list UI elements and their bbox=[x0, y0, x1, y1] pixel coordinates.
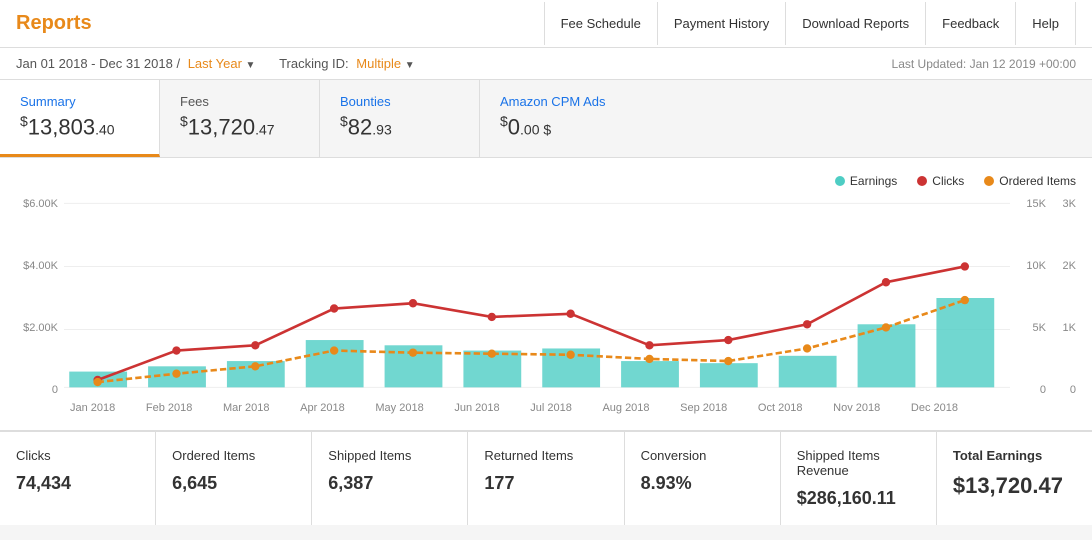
tab-amazon-cpm[interactable]: Amazon CPM Ads $0.00 $ bbox=[480, 80, 640, 157]
x-feb: Feb 2018 bbox=[146, 402, 192, 414]
tab-summary-value: $13,803.40 bbox=[20, 113, 139, 140]
tracking-value-link[interactable]: Multiple bbox=[356, 56, 401, 71]
tracking-dropdown-arrow[interactable]: ▼ bbox=[405, 60, 415, 71]
tab-bounties[interactable]: Bounties $82.93 bbox=[320, 80, 480, 157]
stat-conversion-value: 8.93% bbox=[641, 473, 764, 494]
date-range-section: Jan 01 2018 - Dec 31 2018 / Last Year ▼ … bbox=[16, 56, 415, 71]
stat-shipped-items: Shipped Items 6,387 bbox=[312, 432, 468, 525]
stat-clicks: Clicks 74,434 bbox=[0, 432, 156, 525]
stat-total-label: Total Earnings bbox=[953, 448, 1076, 463]
legend-ordered-label: Ordered Items bbox=[999, 174, 1076, 188]
tab-bounties-value: $82.93 bbox=[340, 113, 459, 140]
summary-tabs: Summary $13,803.40 Fees $13,720.47 Bount… bbox=[0, 80, 1092, 158]
stat-clicks-value: 74,434 bbox=[16, 473, 139, 494]
x-nov: Nov 2018 bbox=[833, 402, 880, 414]
last-year-link[interactable]: Last Year bbox=[188, 56, 242, 71]
y-left-4k: $4.00K bbox=[16, 260, 58, 272]
tab-fees[interactable]: Fees $13,720.47 bbox=[160, 80, 320, 157]
tab-cpm-value: $0.00 $ bbox=[500, 113, 620, 140]
x-dec: Dec 2018 bbox=[911, 402, 958, 414]
stat-returned-label: Returned Items bbox=[484, 448, 607, 463]
legend-clicks-label: Clicks bbox=[932, 174, 964, 188]
stat-shipped-value: 6,387 bbox=[328, 473, 451, 494]
earnings-dot bbox=[835, 176, 845, 186]
y-left-2k: $2.00K bbox=[16, 322, 58, 334]
stat-shipped-label: Shipped Items bbox=[328, 448, 451, 463]
last-year-dropdown-arrow[interactable]: ▼ bbox=[246, 60, 256, 71]
y-right-5k: 5K bbox=[1014, 322, 1046, 334]
y-right-10k: 10K bbox=[1014, 260, 1046, 272]
tab-cpm-label: Amazon CPM Ads bbox=[500, 94, 620, 109]
tracking-id-label: Tracking ID: Multiple ▼ bbox=[279, 56, 415, 71]
y-right-2k: 2K bbox=[1050, 260, 1076, 272]
x-axis-labels: Jan 2018 Feb 2018 Mar 2018 Apr 2018 May … bbox=[16, 398, 1076, 414]
tab-fees-label: Fees bbox=[180, 94, 299, 109]
nav-feedback[interactable]: Feedback bbox=[925, 2, 1015, 45]
stat-total-value: $13,720.47 bbox=[953, 473, 1076, 499]
x-jun: Jun 2018 bbox=[454, 402, 499, 414]
legend-clicks: Clicks bbox=[917, 174, 964, 188]
stat-conversion: Conversion 8.93% bbox=[625, 432, 781, 525]
y-right-1k: 1K bbox=[1050, 322, 1076, 334]
clicks-dot bbox=[917, 176, 927, 186]
x-oct: Oct 2018 bbox=[758, 402, 803, 414]
subheader: Jan 01 2018 - Dec 31 2018 / Last Year ▼ … bbox=[0, 48, 1092, 80]
x-jan: Jan 2018 bbox=[70, 402, 115, 414]
nav-download-reports[interactable]: Download Reports bbox=[785, 2, 925, 45]
x-aug: Aug 2018 bbox=[602, 402, 649, 414]
tab-summary-label: Summary bbox=[20, 94, 139, 109]
chart-svg bbox=[64, 198, 1010, 398]
y-axis-right-clicks: 15K 10K 5K 0 bbox=[1010, 198, 1046, 398]
x-apr: Apr 2018 bbox=[300, 402, 345, 414]
x-mar: Mar 2018 bbox=[223, 402, 269, 414]
stat-shipped-revenue: Shipped Items Revenue $286,160.11 bbox=[781, 432, 937, 525]
header: Reports Fee Schedule Payment History Dow… bbox=[0, 0, 1092, 48]
y-right-0k: 0 bbox=[1014, 384, 1046, 396]
stat-total-earnings: Total Earnings $13,720.47 bbox=[937, 432, 1092, 525]
tab-bounties-label: Bounties bbox=[340, 94, 459, 109]
y-axis-right-ordered: 3K 2K 1K 0 bbox=[1046, 198, 1076, 398]
stat-revenue-value: $286,160.11 bbox=[797, 488, 920, 509]
x-jul: Jul 2018 bbox=[530, 402, 572, 414]
nav-help[interactable]: Help bbox=[1015, 2, 1076, 45]
x-may: May 2018 bbox=[375, 402, 423, 414]
legend-earnings: Earnings bbox=[835, 174, 897, 188]
ordered-dot bbox=[984, 176, 994, 186]
stat-conversion-label: Conversion bbox=[641, 448, 764, 463]
y-axis-left: $6.00K $4.00K $2.00K 0 bbox=[16, 198, 64, 398]
stat-ordered-label: Ordered Items bbox=[172, 448, 295, 463]
page-title: Reports bbox=[16, 12, 92, 35]
stat-ordered-items: Ordered Items 6,645 bbox=[156, 432, 312, 525]
stat-revenue-label: Shipped Items Revenue bbox=[797, 448, 920, 478]
date-range-text: Jan 01 2018 - Dec 31 2018 / bbox=[16, 56, 180, 71]
chart-area: Earnings Clicks Ordered Items $6.00K $4.… bbox=[0, 158, 1092, 431]
y-left-6k: $6.00K bbox=[16, 198, 58, 210]
y-right-0: 0 bbox=[1050, 384, 1076, 396]
legend-earnings-label: Earnings bbox=[850, 174, 897, 188]
header-nav: Fee Schedule Payment History Download Re… bbox=[544, 2, 1076, 45]
stat-clicks-label: Clicks bbox=[16, 448, 139, 463]
y-left-0: 0 bbox=[16, 384, 58, 396]
nav-fee-schedule[interactable]: Fee Schedule bbox=[544, 2, 657, 45]
last-updated-text: Last Updated: Jan 12 2019 +00:00 bbox=[892, 57, 1076, 71]
tab-fees-value: $13,720.47 bbox=[180, 113, 299, 140]
chart-legend: Earnings Clicks Ordered Items bbox=[16, 174, 1076, 188]
y-right-3k: 3K bbox=[1050, 198, 1076, 210]
nav-payment-history[interactable]: Payment History bbox=[657, 2, 785, 45]
stat-ordered-value: 6,645 bbox=[172, 473, 295, 494]
stat-returned-value: 177 bbox=[484, 473, 607, 494]
stat-returned-items: Returned Items 177 bbox=[468, 432, 624, 525]
tab-summary[interactable]: Summary $13,803.40 bbox=[0, 80, 160, 157]
legend-ordered: Ordered Items bbox=[984, 174, 1076, 188]
x-sep: Sep 2018 bbox=[680, 402, 727, 414]
stats-footer: Clicks 74,434 Ordered Items 6,645 Shippe… bbox=[0, 431, 1092, 525]
y-right-15k: 15K bbox=[1014, 198, 1046, 210]
